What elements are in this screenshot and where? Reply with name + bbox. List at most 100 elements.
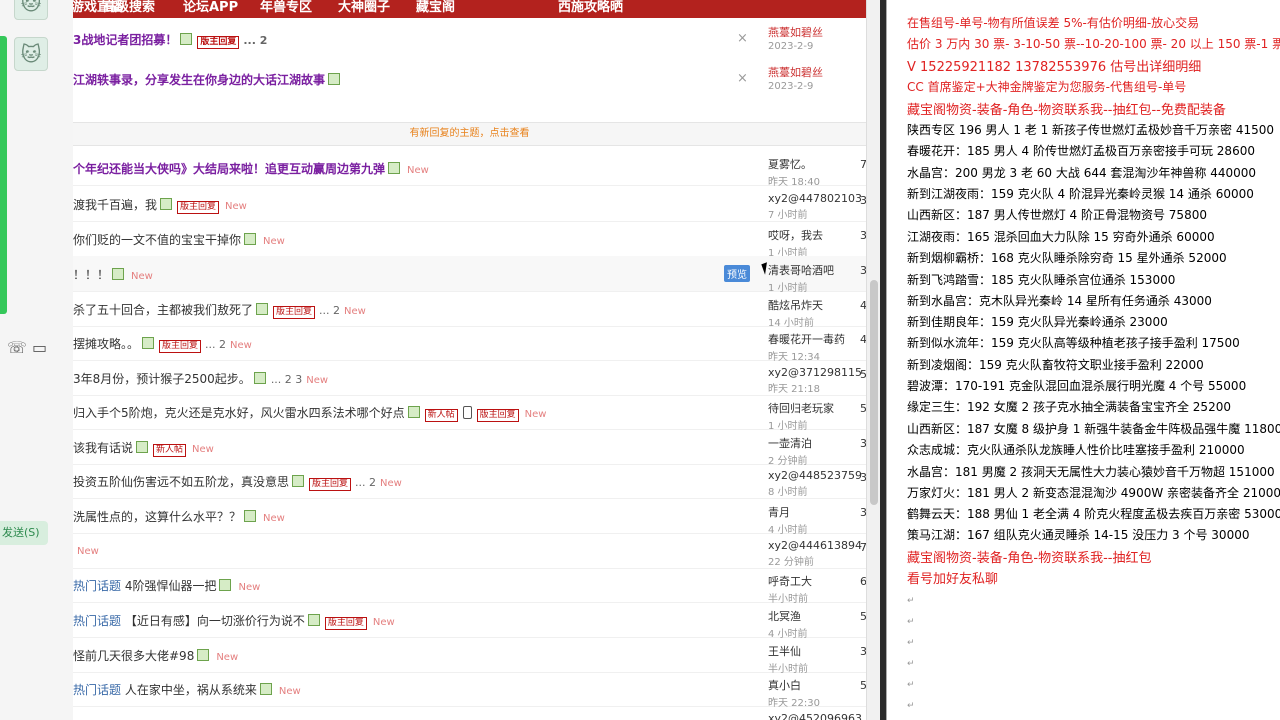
document-line[interactable]: 新到似水流年：159 克火队高等级种植老孩子接手盈利 17500 — [907, 334, 1240, 351]
post-title[interactable]: 投资五阶仙伤害远不如五阶龙，真没意思 版主回复... 2 New — [73, 473, 402, 491]
post-author[interactable]: 北冥渔 4 小时前 — [768, 608, 808, 640]
post-title[interactable]: 洗属性点的，这算什么水平？？ New — [73, 508, 285, 525]
video-icon[interactable]: ▭ — [32, 338, 47, 357]
document-editor[interactable]: 在售组号-单号-物有所值误差 5%-有估价明细-放心交易 估价 3 万内 30 票… — [886, 0, 1280, 720]
post-title[interactable]: 3年8月份，预计猴子2500起步。... 2 3 New — [73, 370, 328, 387]
post-title[interactable]: 热门话题 人在家中坐，祸从系统来 New — [73, 681, 301, 698]
document-line[interactable]: CC 首席鉴定+大神金牌鉴定为您服务-代售组号-单号 — [907, 78, 1186, 95]
document-line[interactable]: 缘定三生：192 女魔 2 孩子克水抽全满装备宝宝齐全 25200 — [907, 398, 1231, 415]
post-row[interactable]: 你们贬的一文不值的宝宝干掉你 New 哎呀，我去 1 小时前 3 — [73, 221, 866, 259]
avatar[interactable]: 🐱 — [14, 37, 48, 71]
post-pages[interactable]: ... 2 3 — [271, 373, 302, 386]
new-replies-notice[interactable]: 有新回复的主题，点击查看 — [73, 122, 866, 146]
post-author[interactable]: xy2@452096963 — [768, 712, 862, 720]
post-row[interactable]: 3年8月份，预计猴子2500起步。... 2 3 New xy2@371298115… — [73, 360, 866, 396]
post-row[interactable]: ！！！ New 预览 清表哥哈酒吧 1 小时前 3 — [73, 256, 866, 294]
nav-item[interactable]: 论坛APP — [183, 0, 238, 15]
post-row[interactable]: 投资五阶仙伤害远不如五阶龙，真没意思 版主回复... 2 New xy2@448523… — [73, 463, 866, 499]
post-title[interactable]: New — [73, 543, 99, 557]
post-author[interactable]: 燕薹如碧丝 2023-2-9 — [768, 64, 823, 92]
post-row[interactable]: 该我有话说 新人帖 New 一壶清泊 2 分钟前 3 — [73, 429, 866, 467]
document-line[interactable]: 新到江湖夜雨：159 克火队 4 阶混异光秦岭灵猴 14 通杀 60000 — [907, 185, 1254, 202]
document-line[interactable]: 新到凌烟阁：159 克火队畜牧符文职业接手盈利 22000 — [907, 356, 1204, 373]
close-icon[interactable]: × — [737, 71, 748, 86]
document-line[interactable]: 估价 3 万内 30 票- 3-10-50 票--10-20-100 票- 20… — [907, 35, 1280, 52]
avatar[interactable]: 🐱 — [14, 0, 48, 20]
post-row[interactable]: xy2@452096963 — [73, 706, 866, 720]
post-author[interactable]: 夏雾忆。 昨天 18:40 — [768, 156, 820, 188]
document-line[interactable]: 春暖花开：185 男人 4 阶传世燃灯孟极百万亲密接手可玩 28600 — [907, 142, 1255, 159]
document-line[interactable]: 碧波潭：170-191 克金队混回血混杀展行明光魔 4 个号 55000 — [907, 377, 1246, 394]
post-title[interactable]: 个年纪还能当大侠吗》大结局来啦！追更互动赢周边第九弹 New — [73, 160, 429, 177]
category-label[interactable]: 热门话题 — [73, 683, 121, 697]
document-line[interactable]: 策马江湖：167 组队克火通灵睡杀 14-15 没压力 3 个号 30000 — [907, 526, 1249, 543]
post-title[interactable]: 杀了五十回合，主都被我们敖死了 版主回复... 2 New — [73, 301, 366, 319]
post-title[interactable]: 你们贬的一文不值的宝宝干掉你 New — [73, 231, 285, 248]
document-line[interactable]: 藏宝阁物资-装备-角色-物资联系我--抽红包--免费配装备 — [907, 99, 1226, 118]
post-title[interactable]: 怪前几天很多大佬#98 New — [73, 647, 238, 664]
document-line[interactable]: 鹤舞云天：188 男仙 1 老全满 4 阶克火程度孟极去疾百万亲密 53000 — [907, 505, 1280, 522]
post-title[interactable]: ！！！ New — [73, 266, 153, 283]
pinned-post[interactable]: 江湖轶事录，分享发生在你身边的大话江湖故事 × 燕薹如碧丝 2023-2-9 — [73, 60, 866, 100]
post-row[interactable]: 热门话题 人在家中坐，祸从系统来 New 真小白 昨天 22:30 5 — [73, 671, 866, 709]
post-author[interactable]: 春暖花开一毒药 昨天 12:34 — [768, 331, 845, 363]
post-row[interactable]: 摆摊攻略。。 版主回复... 2 New 春暖花开一毒药 昨天 12:34 4 — [73, 325, 866, 363]
post-author[interactable]: xy2@444613894 22 分钟前 — [768, 539, 862, 568]
post-title[interactable]: 热门话题 【近日有感】向一切涨价行为说不 版主回复 New — [73, 612, 395, 630]
document-line[interactable]: 看号加好友私聊 — [907, 568, 998, 587]
post-author[interactable]: 清表哥哈酒吧 1 小时前 — [768, 262, 834, 294]
post-row[interactable]: 怪前几天很多大佬#98 New 王半仙 半小时前 3 — [73, 637, 866, 675]
post-author[interactable]: 燕薹如碧丝 2023-2-9 — [768, 24, 823, 52]
close-icon[interactable]: × — [737, 31, 748, 46]
phone-icon[interactable]: ☏ — [7, 338, 27, 357]
document-line[interactable]: 水晶宫：181 男魔 2 孩洞天无属性大力装心猿妙音千万物超 151000 — [907, 463, 1275, 480]
post-row[interactable]: 热门话题 4阶强悍仙器一把 New 呼奇工大 半小时前 6 — [73, 567, 866, 605]
post-title[interactable]: 摆摊攻略。。 版主回复... 2 New — [73, 335, 252, 353]
scrollbar[interactable] — [866, 0, 881, 720]
document-line[interactable]: V 15225921182 13782553976 估号出详细明细 — [907, 56, 1201, 75]
post-row[interactable]: 渡我千百遍，我 版主回复 New xy2@447802103 7 小时前 3 — [73, 186, 866, 222]
post-row[interactable]: 归入手个5阶炮，克火还是克水好，风火雷水四系法术哪个好点 新人帖 版主回复 New 待回… — [73, 394, 866, 432]
nav-item[interactable]: 大神圈子 — [338, 0, 390, 15]
post-pages[interactable]: ... 2 — [243, 34, 267, 47]
document-line[interactable]: 藏宝阁物资-装备-角色-物资联系我--抽红包 — [907, 547, 1151, 566]
post-row[interactable]: 洗属性点的，这算什么水平？？ New 青月 4 小时前 3 — [73, 498, 866, 536]
send-button[interactable]: 发送(S) — [0, 521, 48, 545]
post-author[interactable]: 待回归老玩家 1 小时前 — [768, 400, 834, 432]
document-line[interactable]: 陕西专区 196 男人 1 老 1 新孩子传世燃灯孟极妙音千万亲密 41500 — [907, 121, 1274, 138]
post-row[interactable]: New xy2@444613894 22 分钟前 7 — [73, 533, 866, 569]
post-author[interactable]: xy2@448523759 8 小时前 — [768, 469, 862, 498]
post-row[interactable]: 个年纪还能当大侠吗》大结局来啦！追更互动赢周边第九弹 New 夏雾忆。 昨天 18:4… — [73, 150, 866, 188]
nav-item[interactable]: 年兽专区 — [260, 0, 312, 15]
post-title[interactable]: 3战地记者团招募！ 版主回复... 2 — [73, 31, 267, 49]
document-line[interactable]: 山西新区：187 男人传世燃灯 4 阶正骨混物资号 75800 — [907, 206, 1207, 223]
post-title[interactable]: 归入手个5阶炮，克火还是克水好，风火雷水四系法术哪个好点 新人帖 版主回复 New — [73, 404, 546, 422]
document-line[interactable]: 山西新区：187 女魔 8 级护身 1 新强牛装备金牛阵极品强牛魔 11800 — [907, 420, 1280, 437]
post-title[interactable]: 渡我千百遍，我 版主回复 New — [73, 196, 247, 214]
post-title[interactable]: 热门话题 4阶强悍仙器一把 New — [73, 577, 260, 594]
document-line[interactable]: 新到水晶宫：克木队异光秦岭 14 星所有任务通杀 43000 — [907, 292, 1212, 309]
category-label[interactable]: 热门话题 — [73, 579, 121, 593]
document-line[interactable]: 新到佳期良年：159 克火队异光秦岭通杀 23000 — [907, 313, 1168, 330]
document-line[interactable]: 新到烟柳霸桥：168 克火队睡杀除穷奇 15 星外通杀 52000 — [907, 249, 1227, 266]
nav-item[interactable]: 西施攻略晒 — [558, 0, 623, 15]
post-row[interactable]: 杀了五十回合，主都被我们敖死了 版主回复... 2 New 酷炫吊炸天 14 小时前 4 — [73, 291, 866, 329]
post-row[interactable]: 热门话题 【近日有感】向一切涨价行为说不 版主回复 New 北冥渔 4 小时前 5 — [73, 602, 866, 640]
post-title[interactable]: 该我有话说 新人帖 New — [73, 439, 214, 457]
document-line[interactable]: 众志成城：克火队通杀队龙族睡人性价比哇塞接手盈利 210000 — [907, 441, 1245, 458]
post-author[interactable]: 呼奇工大 半小时前 — [768, 573, 812, 605]
post-pages[interactable]: ... 2 — [319, 304, 340, 317]
nav-item[interactable]: 高级搜索 — [103, 0, 155, 15]
preview-button[interactable]: 预览 — [724, 265, 750, 282]
post-pages[interactable]: ... 2 — [205, 338, 226, 351]
nav-item[interactable]: 藏宝阁 — [416, 0, 455, 15]
document-line[interactable]: 水晶宫：200 男龙 3 老 60 大战 644 套混淘沙年神兽称 440000 — [907, 164, 1256, 181]
post-author[interactable]: 真小白 昨天 22:30 — [768, 677, 820, 709]
document-line[interactable]: 万家灯火：181 男人 2 新变态混混淘沙 4900W 亲密装备齐全 21000… — [907, 484, 1280, 501]
post-author[interactable]: 青月 4 小时前 — [768, 504, 808, 536]
post-author[interactable]: xy2@371298115 昨天 21:18 — [768, 366, 862, 395]
document-line[interactable]: 江湖夜雨：165 混杀回血大力队除 15 穷奇外通杀 60000 — [907, 228, 1215, 245]
post-pages[interactable]: ... 2 — [355, 476, 376, 489]
post-author[interactable]: 哎呀，我去 1 小时前 — [768, 227, 823, 259]
category-label[interactable]: 热门话题 — [73, 614, 121, 628]
